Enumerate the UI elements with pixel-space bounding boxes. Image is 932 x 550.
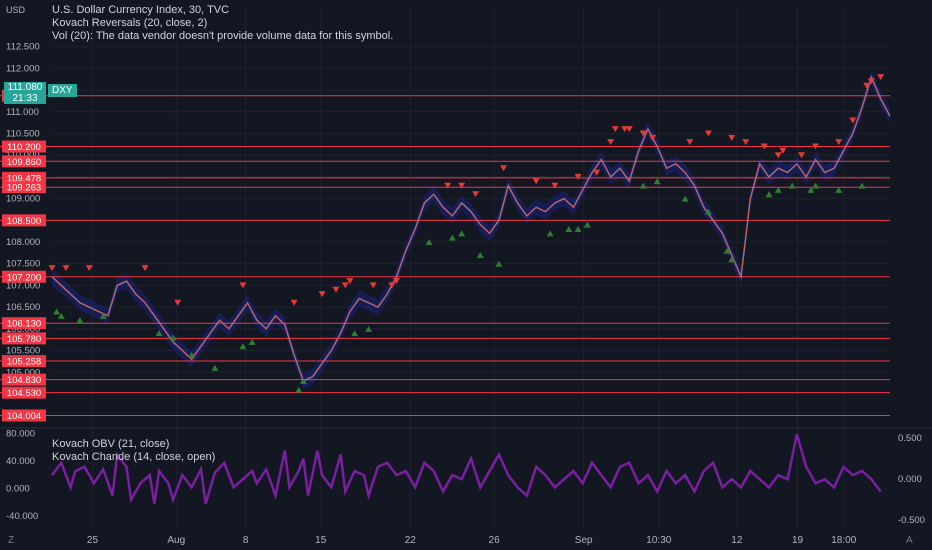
time-tick-label: 22 bbox=[405, 535, 417, 546]
time-tick-label: 8 bbox=[243, 535, 249, 546]
time-tick-label: Sep bbox=[575, 535, 593, 546]
current-price-tag: 111.080 21:33 bbox=[4, 82, 46, 104]
obv-label[interactable]: Kovach OBV (21, close) bbox=[52, 438, 215, 451]
level-badge-label: 109.263 bbox=[7, 183, 41, 194]
chart-legend[interactable]: U.S. Dollar Currency Index, 30, TVC Kova… bbox=[52, 4, 393, 43]
indicator-reversals-label[interactable]: Kovach Reversals (20, close, 2) bbox=[52, 17, 393, 30]
currency-label: USD bbox=[6, 5, 26, 15]
level-badge-label: 109.860 bbox=[7, 157, 41, 168]
time-tick-label: 19 bbox=[792, 535, 804, 546]
level-badge-label: 104.004 bbox=[7, 411, 41, 422]
price-tick-label: 107.500 bbox=[6, 259, 40, 270]
time-tick-label: 26 bbox=[489, 535, 501, 546]
price-tick-label: 108.000 bbox=[6, 237, 40, 248]
current-price: 111.080 bbox=[7, 82, 43, 93]
time-tick-label: 10:30 bbox=[646, 535, 671, 546]
time-tick-label: 12 bbox=[731, 535, 743, 546]
volume-notice: Vol (20): The data vendor doesn't provid… bbox=[52, 30, 394, 42]
price-tick-label: 111.000 bbox=[6, 107, 39, 118]
time-tick-label: 25 bbox=[87, 535, 99, 546]
price-tick-label: 106.500 bbox=[6, 302, 40, 313]
price-tick-label: 105.500 bbox=[6, 346, 40, 357]
timezone-icon[interactable]: Z bbox=[8, 535, 14, 546]
osc-right-tick: -0.500 bbox=[898, 515, 925, 526]
symbol-title[interactable]: U.S. Dollar Currency Index, 30, TVC bbox=[52, 4, 393, 17]
level-badge-label: 104.830 bbox=[7, 375, 41, 386]
osc-left-tick: 0.000 bbox=[6, 484, 30, 495]
level-badge-label: 104.530 bbox=[7, 388, 41, 399]
level-badge-label: 106.130 bbox=[7, 319, 41, 330]
level-badge-label: 107.200 bbox=[7, 272, 41, 283]
level-badge-label: 110.200 bbox=[7, 142, 41, 153]
osc-left-tick: 40.000 bbox=[6, 456, 35, 467]
price-tick-label: 112.000 bbox=[6, 63, 40, 74]
time-tick-label: Aug bbox=[167, 535, 185, 546]
countdown-time: 21:33 bbox=[12, 93, 38, 104]
price-tick-label: 112.500 bbox=[6, 42, 40, 53]
time-tick-label: 15 bbox=[315, 535, 327, 546]
level-badge-label: 108.500 bbox=[7, 216, 41, 227]
indicator-legend[interactable]: Kovach OBV (21, close) Kovach Chande (14… bbox=[52, 438, 215, 464]
chart-canvas[interactable]: 112.500112.000111.500111.000110.500110.0… bbox=[0, 0, 932, 550]
price-tick-label: 110.500 bbox=[6, 129, 40, 140]
time-tick-label: 18:00 bbox=[831, 535, 856, 546]
chande-label[interactable]: Kovach Chande (14, close, open) bbox=[52, 451, 215, 464]
level-badge-label: 105.258 bbox=[7, 357, 41, 368]
symbol-tag: DXY bbox=[48, 84, 77, 97]
osc-right-tick: 0.000 bbox=[898, 474, 922, 485]
osc-left-tick: 80.000 bbox=[6, 428, 35, 439]
price-tick-label: 109.000 bbox=[6, 194, 40, 205]
level-badge-label: 105.780 bbox=[7, 334, 41, 345]
osc-right-tick: 0.500 bbox=[898, 433, 922, 444]
auto-scale-button[interactable]: A bbox=[906, 535, 913, 546]
osc-left-tick: -40.000 bbox=[6, 511, 38, 522]
